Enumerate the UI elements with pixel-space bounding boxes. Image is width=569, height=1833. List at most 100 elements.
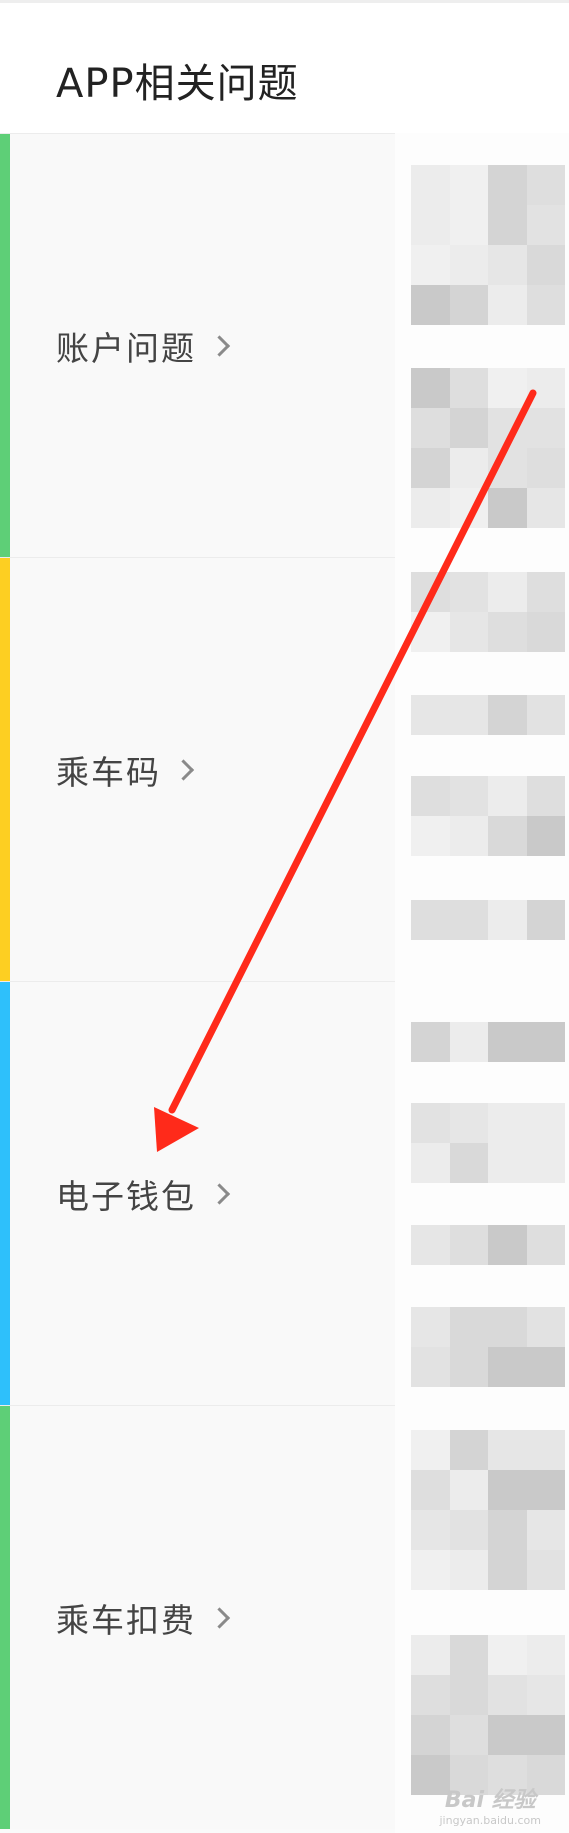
pixelated-cell [526, 816, 565, 856]
pixelated-cell [488, 1347, 527, 1387]
pixelated-cell [449, 205, 488, 245]
pixelated-cell [411, 408, 450, 448]
pixelated-row [411, 1347, 565, 1387]
pixelated-cell [488, 1143, 527, 1183]
pixelated-cell [449, 1715, 488, 1755]
category-item-e-wallet[interactable]: 电子钱包 [0, 981, 395, 1405]
category-item-fare-deduction[interactable]: 乘车扣费 [0, 1405, 395, 1829]
pixelated-cell [449, 448, 488, 488]
pixelated-row [411, 612, 565, 652]
pixelated-row [411, 900, 565, 940]
pixelated-cell [526, 1143, 565, 1183]
pixelated-cell [411, 1550, 450, 1590]
pixelated-cell [411, 816, 450, 856]
category-color-bar [0, 1406, 10, 1829]
pixelated-cell [411, 1635, 450, 1675]
pixelated-cell [488, 205, 527, 245]
pixelated-cell [488, 285, 527, 325]
pixelated-row [411, 408, 565, 448]
pixelated-cell [488, 572, 527, 612]
pixelated-row [411, 1143, 565, 1183]
pixelated-cell [449, 165, 488, 205]
pixelated-cell [526, 695, 565, 735]
category-item-ride-code[interactable]: 乘车码 [0, 557, 395, 981]
pixelated-cell [526, 1635, 565, 1675]
pixelated-cell [449, 408, 488, 448]
pixelated-cell [488, 488, 527, 528]
pixelated-cell [488, 1225, 527, 1265]
pixelated-cell [411, 1225, 450, 1265]
pixelated-cell [411, 1103, 450, 1143]
pixelated-row [411, 1470, 565, 1510]
pixelated-cell [526, 408, 565, 448]
faq-page: APP相关问题 账户问题 乘车码 电子钱包 乘车扣费 Bai 经验 jingya… [0, 0, 569, 1833]
pixelated-cell [411, 1347, 450, 1387]
category-color-bar [0, 134, 10, 557]
pixelated-row [411, 572, 565, 612]
pixelated-cell [411, 368, 450, 408]
pixelated-cell [449, 1143, 488, 1183]
pixelated-cell [526, 1022, 565, 1062]
pixelated-cell [449, 816, 488, 856]
pixelated-cell [411, 245, 450, 285]
pixelated-cell [488, 165, 527, 205]
pixelated-row [411, 1635, 565, 1675]
pixelated-cell [449, 285, 488, 325]
pixelated-cell [449, 245, 488, 285]
pixelated-cell [526, 1225, 565, 1265]
pixelated-row [411, 695, 565, 735]
chevron-right-icon [172, 758, 195, 781]
pixelated-cell [411, 1143, 450, 1183]
pixelated-row [411, 1675, 565, 1715]
category-label: 账户问题 [56, 328, 196, 368]
pixelated-row [411, 165, 565, 205]
pixelated-row [411, 448, 565, 488]
pixelated-cell [411, 448, 450, 488]
pixelated-cell [449, 1225, 488, 1265]
pixelated-cell [449, 900, 488, 940]
pixelated-cell [449, 488, 488, 528]
baidu-watermark: Bai 经验 jingyan.baidu.com [439, 1782, 541, 1827]
pixelated-cell [488, 1510, 527, 1550]
watermark-sub: jingyan.baidu.com [439, 1814, 541, 1827]
pixelated-cell [449, 1022, 488, 1062]
pixelated-cell [488, 1430, 527, 1470]
pixelated-cell [411, 572, 450, 612]
pixelated-cell [488, 1675, 527, 1715]
pixelated-row [411, 368, 565, 408]
pixelated-cell [488, 1635, 527, 1675]
pixelated-cell [411, 1022, 450, 1062]
pixelated-row [411, 1103, 565, 1143]
pixelated-cell [526, 1470, 565, 1510]
chevron-right-icon [208, 334, 231, 357]
pixelated-row [411, 1430, 565, 1470]
pixelated-cell [411, 1715, 450, 1755]
pixelated-cell [488, 368, 527, 408]
pixelated-cell [526, 448, 565, 488]
pixelated-cell [449, 1347, 488, 1387]
pixelated-row [411, 1550, 565, 1590]
category-item-account[interactable]: 账户问题 [0, 133, 395, 557]
pixelated-cell [411, 1510, 450, 1550]
pixelated-cell [526, 368, 565, 408]
pixelated-cell [488, 776, 527, 816]
pixelated-cell [449, 1510, 488, 1550]
pixelated-row [411, 816, 565, 856]
category-label: 乘车码 [56, 752, 161, 792]
pixelated-cell [488, 408, 527, 448]
pixelated-cell [488, 1307, 527, 1347]
page-header: APP相关问题 [0, 0, 569, 133]
pixelated-cell [449, 1550, 488, 1590]
pixelated-cell [488, 1022, 527, 1062]
pixelated-cell [526, 900, 565, 940]
pixelated-cell [449, 612, 488, 652]
pixelated-cell [449, 1470, 488, 1510]
pixelated-cell [449, 1430, 488, 1470]
pixelated-cell [411, 165, 450, 205]
pixelated-cell [526, 205, 565, 245]
pixelated-cell [411, 1470, 450, 1510]
pixelated-row [411, 285, 565, 325]
pixelated-cell [488, 1550, 527, 1590]
pixelated-cell [411, 205, 450, 245]
watermark-main: Bai 经验 [444, 1788, 536, 1813]
